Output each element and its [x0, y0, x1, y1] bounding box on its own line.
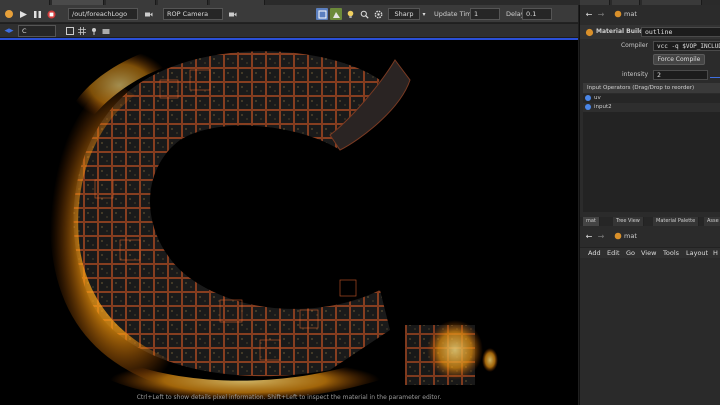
update-time-field[interactable]: 1 — [470, 8, 500, 20]
back-arrow-icon[interactable]: ← — [583, 230, 595, 242]
pin-icon[interactable] — [88, 25, 100, 37]
play-icon[interactable] — [17, 8, 29, 20]
grid-icon[interactable] — [76, 25, 88, 37]
intensity-field[interactable]: 2 — [653, 70, 708, 80]
tab-material-palette[interactable]: Material Palette — [653, 217, 700, 226]
lower-network-path-bar: ← → mat — [580, 230, 720, 242]
intensity-label: intensity — [621, 71, 648, 78]
rop-path-field[interactable]: /out/foreachLogo — [68, 8, 138, 20]
zoom-icon[interactable] — [358, 8, 370, 20]
back-arrow-icon[interactable]: ← — [583, 8, 595, 20]
compiler-field[interactable]: vcc -q $VOP_INCLUDEPATH — [653, 41, 720, 51]
snapshot-icon[interactable] — [330, 8, 342, 20]
force-compile-button[interactable]: Force Compile — [653, 54, 705, 65]
render-icon[interactable] — [3, 8, 15, 20]
tab-asset[interactable]: Asse — [704, 217, 720, 226]
channel-select[interactable]: C — [18, 25, 56, 37]
material-node-icon — [583, 26, 595, 38]
operator-dot-icon — [585, 95, 591, 101]
operator-dot-icon — [585, 104, 591, 110]
light-bulb-icon[interactable] — [344, 8, 356, 20]
tab-mat[interactable]: mat — [583, 217, 600, 226]
viewport-hint-text: Ctrl+Left to show details pixel informat… — [136, 394, 442, 401]
node-header: Material Builder outline — [580, 25, 720, 39]
input-operator-row[interactable]: input2 — [583, 103, 720, 112]
camera-icon[interactable] — [142, 8, 154, 20]
network-path-label[interactable]: mat — [624, 8, 637, 20]
material-context-icon — [612, 230, 624, 242]
snapshot-icon[interactable] — [100, 25, 112, 37]
zoom-fit-icon[interactable] — [64, 25, 76, 37]
tab-tree-view[interactable]: Tree View — [613, 217, 644, 226]
network-path-bar: ← → mat — [580, 8, 720, 20]
stop-icon[interactable] — [45, 8, 57, 20]
delay-field[interactable]: 0.1 — [522, 8, 552, 20]
pause-icon[interactable] — [31, 8, 43, 20]
network-editor-canvas[interactable] — [580, 258, 720, 405]
input-operators-list — [583, 112, 720, 212]
network-menu-bar: Add Edit Go View Tools Layout H — [580, 247, 720, 258]
forward-arrow-icon[interactable]: → — [595, 230, 607, 242]
parameter-editor-panel: ← → mat Material Builder outline Compile… — [579, 5, 720, 405]
camera-select[interactable]: ROP Camera — [163, 8, 223, 20]
input-operators-header: Input Operators (Drag/Drop to reorder) — [583, 83, 720, 93]
intensity-slider[interactable] — [710, 72, 720, 78]
camera-menu-icon[interactable] — [226, 8, 238, 20]
lower-network-path-label[interactable]: mat — [624, 230, 637, 242]
render-view-toolbar: /out/foreachLogo ROP Camera Sharp ▾ Upda… — [0, 5, 578, 23]
render-quality-select[interactable]: Sharp — [388, 8, 420, 20]
settings-icon[interactable] — [372, 8, 384, 20]
chevron-down-icon[interactable]: ▾ — [420, 8, 428, 20]
render-viewport[interactable]: Ctrl+Left to show details pixel informat… — [0, 38, 578, 405]
rendered-logo-image — [50, 50, 498, 401]
channel-icon[interactable]: ◂▸ — [3, 25, 15, 37]
viewer-secondary-toolbar: ◂▸ C — [0, 24, 578, 38]
material-context-icon — [612, 8, 624, 20]
input-operator-label: input2 — [594, 104, 612, 110]
compiler-label: Compiler — [620, 42, 648, 49]
input-operator-row[interactable]: uv — [583, 94, 720, 103]
region-icon[interactable] — [316, 8, 328, 20]
node-name-field[interactable]: outline — [641, 27, 720, 37]
lower-pane-tabs: mat Tree View Material Palette Asse — [580, 217, 720, 226]
input-operator-label: uv — [594, 95, 601, 101]
forward-arrow-icon[interactable]: → — [595, 8, 607, 20]
